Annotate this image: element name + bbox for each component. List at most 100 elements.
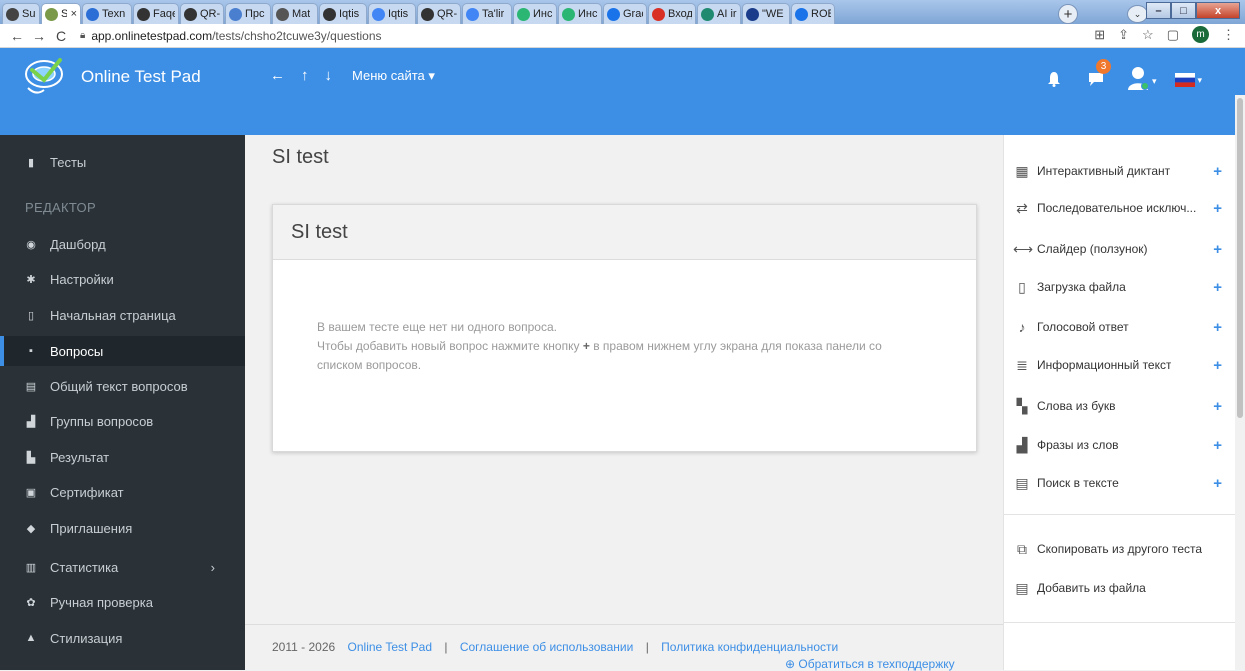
url-field[interactable]: app.onlinetestpad.com/tests/chsho2tcuwe3…: [91, 29, 381, 43]
share-icon[interactable]: ⇪: [1118, 27, 1129, 43]
sidebar-item[interactable]: ▣ Сертификат: [0, 477, 245, 507]
tab-title: Инс: [578, 8, 598, 20]
footer-terms-link[interactable]: Соглашение об использовании: [460, 640, 634, 654]
sidebar-item-tests[interactable]: ▮ Тесты: [0, 147, 245, 177]
bell-icon[interactable]: [1047, 71, 1061, 87]
forward-arrow-icon[interactable]: →: [28, 28, 50, 44]
browser-tab[interactable]: QR-: [180, 3, 224, 24]
support-link[interactable]: ⊕ Обратиться в техподдержку: [785, 657, 955, 671]
browser-tab[interactable]: S×: [41, 3, 81, 24]
add-plus-icon[interactable]: +: [1213, 163, 1222, 180]
window-controls: – □ x: [1146, 2, 1240, 20]
browser-menu-icon[interactable]: ⋮: [1222, 27, 1235, 43]
browser-tab[interactable]: Su'n: [2, 3, 40, 24]
add-plus-icon[interactable]: +: [1213, 241, 1222, 258]
up-arrow-icon[interactable]: ↑: [301, 67, 309, 84]
tab-title: ROE: [811, 8, 831, 20]
add-plus-icon[interactable]: +: [1213, 200, 1222, 217]
question-type-label: Поиск в тексте: [1037, 476, 1119, 490]
question-type-item[interactable]: ▚ Слова из букв +: [1004, 386, 1236, 426]
browser-tab[interactable]: Texn: [82, 3, 132, 24]
new-tab-button[interactable]: +: [1058, 4, 1078, 24]
tab-favicon-icon: [276, 7, 289, 21]
lock-icon[interactable]: 🔒︎: [80, 30, 85, 41]
browser-tab[interactable]: Iqtis: [319, 3, 367, 24]
tab-title: QR-: [437, 8, 457, 20]
minimize-button[interactable]: –: [1146, 2, 1171, 19]
footer-brand-link[interactable]: Online Test Pad: [348, 640, 433, 654]
browser-tab[interactable]: Faqe: [133, 3, 179, 24]
question-type-item[interactable]: ⟷ Слайдер (ползунок) +: [1004, 229, 1236, 269]
app-header: Online Test Pad ← ↑ ↓ Меню сайта ▾ 3 ▾ ▾: [0, 48, 1245, 135]
browser-tab[interactable]: Прс: [225, 3, 271, 24]
question-type-item[interactable]: ⇄ Последовательное исключ... +: [1004, 188, 1236, 228]
translate-icon[interactable]: ⊞: [1094, 27, 1105, 43]
sidebar-item[interactable]: ▤ Общий текст вопросов: [0, 371, 245, 401]
question-type-item[interactable]: ▦ Интерактивный диктант +: [1004, 151, 1236, 191]
question-type-item[interactable]: ▯ Загрузка файла +: [1004, 267, 1236, 307]
add-plus-icon[interactable]: +: [1213, 319, 1222, 336]
sidebar-item[interactable]: ✱ Настройки: [0, 264, 245, 294]
sidebar-item[interactable]: ▟ Группы вопросов: [0, 406, 245, 436]
tab-title: Grac: [623, 8, 643, 20]
sidebar-item[interactable]: ◆ Приглашения: [0, 513, 245, 543]
back-arrow-icon[interactable]: ←: [270, 67, 285, 84]
question-type-item[interactable]: ♪ Голосовой ответ +: [1004, 307, 1236, 347]
sidebar-item[interactable]: ▪ Вопросы: [0, 336, 245, 366]
question-icon: ▪: [29, 345, 33, 357]
sidebar-item[interactable]: ▲ Стилизация: [0, 623, 245, 653]
browser-tab[interactable]: Вход: [648, 3, 696, 24]
question-type-item[interactable]: ≣ Информационный текст +: [1004, 345, 1236, 385]
browser-tab[interactable]: Grac: [603, 3, 647, 24]
add-from-file-button[interactable]: ▤ Добавить из файла: [1004, 568, 1236, 608]
browser-tab[interactable]: Ta'lir: [462, 3, 512, 24]
tab-search-icon[interactable]: ⌄: [1127, 5, 1148, 23]
question-type-item[interactable]: ▟ Фразы из слов +: [1004, 425, 1236, 465]
sidebar-item[interactable]: ▙ Результат: [0, 442, 245, 472]
window-close-button[interactable]: x: [1196, 2, 1240, 19]
browser-tab[interactable]: QR-: [417, 3, 461, 24]
scrollbar-thumb[interactable]: [1237, 98, 1243, 418]
add-plus-icon[interactable]: +: [1213, 357, 1222, 374]
add-plus-icon[interactable]: +: [1213, 398, 1222, 415]
messages[interactable]: 3: [1087, 58, 1111, 90]
bookmark-star-icon[interactable]: ☆: [1142, 27, 1154, 43]
sidebar-item[interactable]: ▯ Начальная страница: [0, 300, 245, 330]
browser-tab[interactable]: Инс: [513, 3, 557, 24]
tab-favicon-icon: [795, 7, 808, 21]
browser-tab[interactable]: Iqtis: [368, 3, 416, 24]
add-plus-icon[interactable]: +: [1213, 475, 1222, 492]
add-plus-icon[interactable]: +: [1213, 279, 1222, 296]
reload-icon[interactable]: C: [50, 28, 72, 44]
tab-favicon-icon: [701, 7, 714, 21]
footer-privacy-link[interactable]: Политика конфиденциальности: [661, 640, 838, 654]
copy-icon: ⧉: [1017, 540, 1027, 557]
user-menu[interactable]: ▾: [1127, 60, 1157, 90]
browser-tab[interactable]: Mat: [272, 3, 318, 24]
down-arrow-icon[interactable]: ↓: [325, 67, 333, 84]
side-panel-icon[interactable]: ▢: [1167, 27, 1179, 43]
page-scrollbar[interactable]: [1235, 95, 1245, 670]
browser-tab[interactable]: "WE: [742, 3, 790, 24]
tab-title: "WE: [762, 8, 784, 20]
browser-tab[interactable]: ROE: [791, 3, 835, 24]
language-selector[interactable]: ▾: [1174, 73, 1202, 87]
add-plus-icon[interactable]: +: [1213, 437, 1222, 454]
profile-avatar[interactable]: m: [1192, 26, 1209, 43]
brand[interactable]: Online Test Pad: [0, 48, 245, 135]
tab-favicon-icon: [562, 7, 575, 21]
sidebar-item[interactable]: ▥ Статистика ›: [0, 552, 245, 582]
site-menu-dropdown[interactable]: Меню сайта ▾: [352, 68, 435, 84]
copy-from-test-button[interactable]: ⧉ Скопировать из другого теста: [1004, 529, 1236, 569]
tab-close-icon[interactable]: ×: [71, 8, 77, 20]
notification-badge: 3: [1096, 58, 1111, 74]
groups-icon: ▟: [26, 415, 36, 428]
browser-tab[interactable]: Инс: [558, 3, 602, 24]
back-arrow-icon[interactable]: ←: [6, 28, 28, 44]
maximize-button[interactable]: □: [1171, 2, 1196, 19]
sidebar-item[interactable]: ✿ Ручная проверка: [0, 587, 245, 617]
question-type-item[interactable]: ▤ Поиск в тексте +: [1004, 463, 1236, 503]
russian-flag-icon: [1174, 73, 1195, 87]
sidebar-item[interactable]: ◉ Дашборд: [0, 229, 245, 259]
browser-tab[interactable]: AI ir: [697, 3, 741, 24]
